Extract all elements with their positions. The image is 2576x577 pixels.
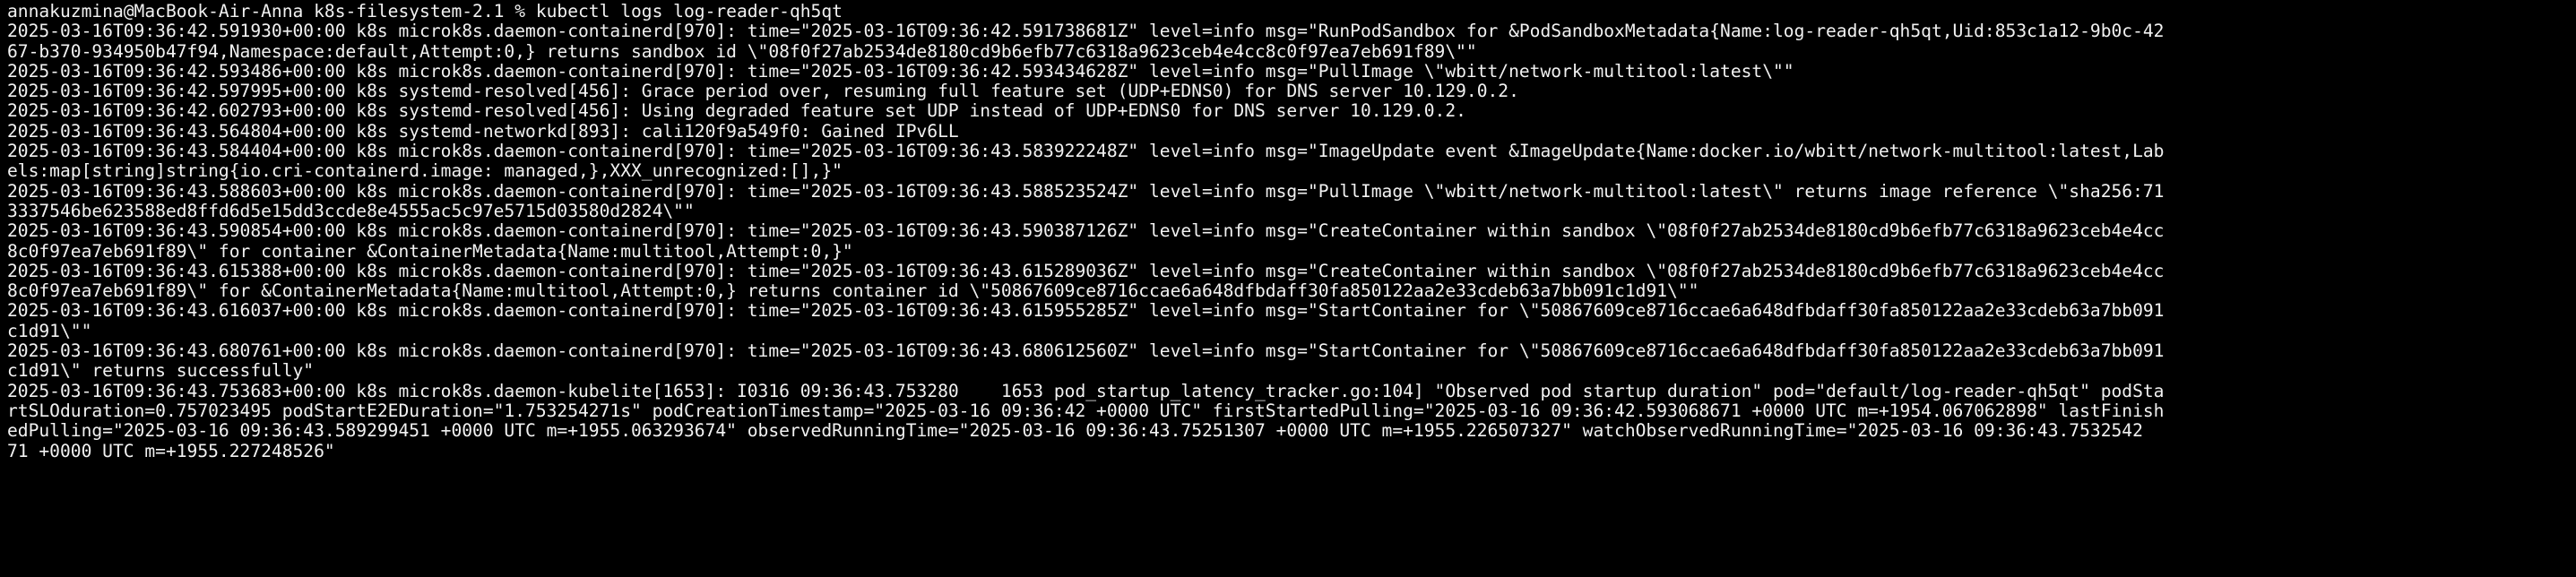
log-line: 3337546be623588ed8ffd6d5e15dd3ccde8e4555… [7, 200, 695, 221]
log-line: 8c0f97ea7eb691f89\" for container &Conta… [7, 240, 853, 262]
command-text: kubectl logs log-reader-qh5qt [535, 1, 843, 22]
log-line: 71 +0000 UTC m=+1955.227248526" [7, 440, 335, 461]
log-line: rtSLOduration=0.757023495 podStartE2EDur… [7, 400, 2165, 421]
log-line: 2025-03-16T09:36:43.564804+00:00 k8s sys… [7, 120, 959, 142]
log-line: els:map[string]string{io.cri-containerd.… [7, 160, 843, 182]
log-line: c1d91\"" [7, 320, 92, 341]
log-line: 8c0f97ea7eb691f89\" for &ContainerMetada… [7, 280, 1699, 302]
log-line: 2025-03-16T09:36:43.615388+00:00 k8s mic… [7, 260, 2165, 281]
command-prompt-line: annakuzmina@MacBook-Air-Anna k8s-filesys… [7, 1, 2569, 22]
log-line: 2025-03-16T09:36:43.588603+00:00 k8s mic… [7, 180, 2165, 202]
log-line: 2025-03-16T09:36:43.753683+00:00 k8s mic… [7, 380, 2165, 401]
log-line: 2025-03-16T09:36:43.584404+00:00 k8s mic… [7, 141, 2165, 162]
log-line: 2025-03-16T09:36:43.616037+00:00 k8s mic… [7, 300, 2165, 322]
log-line: edPulling="2025-03-16 09:36:43.589299451… [7, 420, 2143, 442]
log-line: c1d91\" returns successfully" [7, 360, 315, 382]
terminal-window[interactable]: annakuzmina@MacBook-Air-Anna k8s-filesys… [0, 0, 2576, 577]
log-line: 67-b370-934950b47f94,Namespace:default,A… [7, 40, 1477, 62]
log-line: 2025-03-16T09:36:43.590854+00:00 k8s mic… [7, 220, 2165, 242]
shell-prompt: annakuzmina@MacBook-Air-Anna k8s-filesys… [7, 1, 536, 22]
log-line: 2025-03-16T09:36:42.593486+00:00 k8s mic… [7, 60, 1794, 82]
log-line: 2025-03-16T09:36:43.680761+00:00 k8s mic… [7, 340, 2165, 362]
log-line: 2025-03-16T09:36:42.591930+00:00 k8s mic… [7, 21, 2165, 42]
log-line: 2025-03-16T09:36:42.597995+00:00 k8s sys… [7, 81, 1519, 102]
log-line: 2025-03-16T09:36:42.602793+00:00 k8s sys… [7, 100, 1466, 122]
